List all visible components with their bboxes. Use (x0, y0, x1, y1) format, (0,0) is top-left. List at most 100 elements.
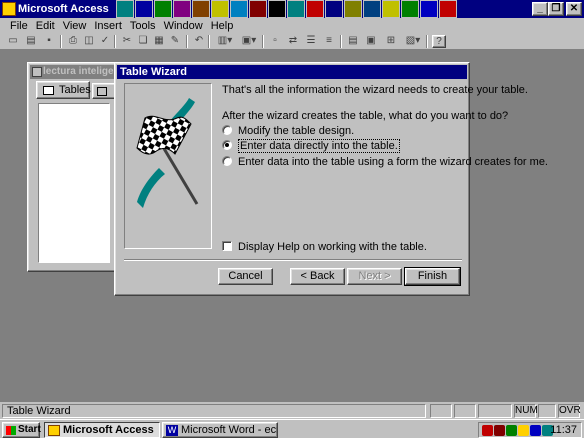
spelling-icon[interactable]: ✓ (98, 35, 112, 48)
app-icon[interactable] (363, 0, 381, 18)
paste-icon[interactable]: ▦ (152, 35, 166, 48)
task-access-label: Microsoft Access (63, 424, 154, 436)
app-icon[interactable] (325, 0, 343, 18)
database-window: lectura inteligenta Tables (27, 62, 123, 272)
format-painter-icon[interactable]: ✎ (168, 35, 182, 48)
new-object-icon[interactable]: ▧▾ (402, 35, 424, 48)
app-icon[interactable] (287, 0, 305, 18)
back-button-label: < Back (300, 270, 335, 282)
status-indicator (430, 404, 452, 418)
display-help-checkbox-row[interactable]: Display Help on working with the table. (222, 241, 427, 253)
tray-icon[interactable] (530, 425, 541, 436)
checkered-flag-icon (136, 98, 199, 208)
access-key-icon (48, 425, 60, 436)
toolbar-separator (208, 35, 210, 48)
minimize-icon[interactable]: _ (532, 2, 548, 16)
option-enter-data-form-label: Enter data into the table using a form t… (238, 156, 548, 168)
status-indicator (454, 404, 476, 418)
print-icon[interactable]: ⎙ (66, 35, 80, 48)
print-preview-icon[interactable]: ◫ (82, 35, 96, 48)
menu-bar: File Edit View Insert Tools Window Help (0, 18, 584, 34)
radio-enter-data-form[interactable] (222, 156, 232, 166)
details-view-icon[interactable]: ☰ (304, 35, 318, 48)
list-view-icon[interactable]: ≡ (322, 35, 336, 48)
option-enter-data[interactable]: Enter data directly into the table. (222, 139, 400, 153)
cancel-button-label: Cancel (228, 270, 263, 282)
task-word-label: Microsoft Word - ecrane a... (181, 424, 277, 436)
toolbar-separator (426, 35, 428, 48)
wizard-question-text: After the wizard creates the table, what… (222, 110, 509, 122)
radio-enter-data[interactable] (222, 140, 232, 150)
restore-icon[interactable]: ❐ (548, 2, 564, 16)
word-icon[interactable] (135, 0, 153, 18)
menu-file[interactable]: File (10, 18, 28, 34)
clock[interactable]: 11:37 (550, 424, 577, 436)
start-button[interactable]: Start (2, 422, 41, 438)
globe-icon[interactable] (116, 0, 134, 18)
back-button[interactable]: < Back (290, 268, 345, 285)
office-assistant-icon[interactable]: ? (432, 35, 446, 48)
task-microsoft-access[interactable]: Microsoft Access (44, 422, 160, 438)
cancel-button[interactable]: Cancel (218, 268, 273, 285)
save-icon[interactable]: ▪ (42, 35, 56, 48)
app-icon[interactable] (173, 0, 191, 18)
app-icon[interactable] (344, 0, 362, 18)
status-text: Table Wizard (2, 404, 426, 418)
toolbar-separator (340, 35, 342, 48)
app-icon[interactable] (192, 0, 210, 18)
undo-icon[interactable]: ↶ (192, 35, 206, 48)
new-icon[interactable]: ▭ (6, 35, 20, 48)
app-icon[interactable] (211, 0, 229, 18)
finish-button[interactable]: Finish (404, 267, 461, 286)
app-icon[interactable] (382, 0, 400, 18)
toolbar-separator (186, 35, 188, 48)
tray-icon[interactable] (494, 425, 505, 436)
wizard-title: Table Wizard (120, 66, 187, 78)
menu-window[interactable]: Window (164, 18, 203, 34)
relationships-view-icon[interactable]: ⊞ (384, 35, 398, 48)
database-icon (32, 67, 42, 77)
menu-edit[interactable]: Edit (36, 18, 55, 34)
tables-list[interactable] (38, 103, 110, 263)
next-button[interactable]: Next > (347, 268, 402, 285)
radio-modify-design[interactable] (222, 125, 232, 135)
properties-icon[interactable]: ▤ (346, 35, 360, 48)
toolbar-separator (114, 35, 116, 48)
excel-icon[interactable] (154, 0, 172, 18)
menu-view[interactable]: View (63, 18, 87, 34)
display-help-checkbox[interactable] (222, 241, 232, 251)
tray-icon[interactable] (506, 425, 517, 436)
analyze-icon[interactable]: ▣▾ (238, 35, 260, 48)
task-microsoft-word[interactable]: W Microsoft Word - ecrane a... (162, 422, 278, 438)
option-enter-data-form[interactable]: Enter data into the table using a form t… (222, 156, 548, 169)
app-icon[interactable] (249, 0, 267, 18)
menu-insert[interactable]: Insert (94, 18, 122, 34)
menu-help[interactable]: Help (211, 18, 234, 34)
cut-icon[interactable]: ✂ (120, 35, 134, 48)
tab-tables[interactable]: Tables (36, 81, 91, 99)
copy-icon[interactable]: ❏ (136, 35, 150, 48)
status-num: NUM (514, 404, 538, 418)
database-window-icon[interactable]: ▣ (364, 35, 378, 48)
menu-tools[interactable]: Tools (130, 18, 156, 34)
status-ovr: OVR (558, 404, 581, 418)
option-enter-data-label: Enter data directly into the table. (238, 139, 400, 153)
app-icon[interactable] (268, 0, 286, 18)
quick-launch-toolbar (116, 0, 458, 18)
status-indicator (478, 404, 512, 418)
app-icon[interactable] (439, 0, 457, 18)
database-window-title: lectura inteligenta (43, 66, 120, 77)
open-icon[interactable]: ▤ (24, 35, 38, 48)
code-icon[interactable]: ▫ (268, 35, 282, 48)
tray-icon[interactable] (518, 425, 529, 436)
tray-icon[interactable] (482, 425, 493, 436)
app-icon[interactable] (306, 0, 324, 18)
relationships-icon[interactable]: ⇄ (286, 35, 300, 48)
app-icon[interactable] (230, 0, 248, 18)
app-icon[interactable] (420, 0, 438, 18)
close-icon[interactable]: ✕ (566, 2, 582, 16)
wizard-title-bar: Table Wizard (117, 65, 467, 79)
office-links-icon[interactable]: ▥▾ (214, 35, 236, 48)
option-modify-design[interactable]: Modify the table design. (222, 125, 354, 138)
app-icon[interactable] (401, 0, 419, 18)
